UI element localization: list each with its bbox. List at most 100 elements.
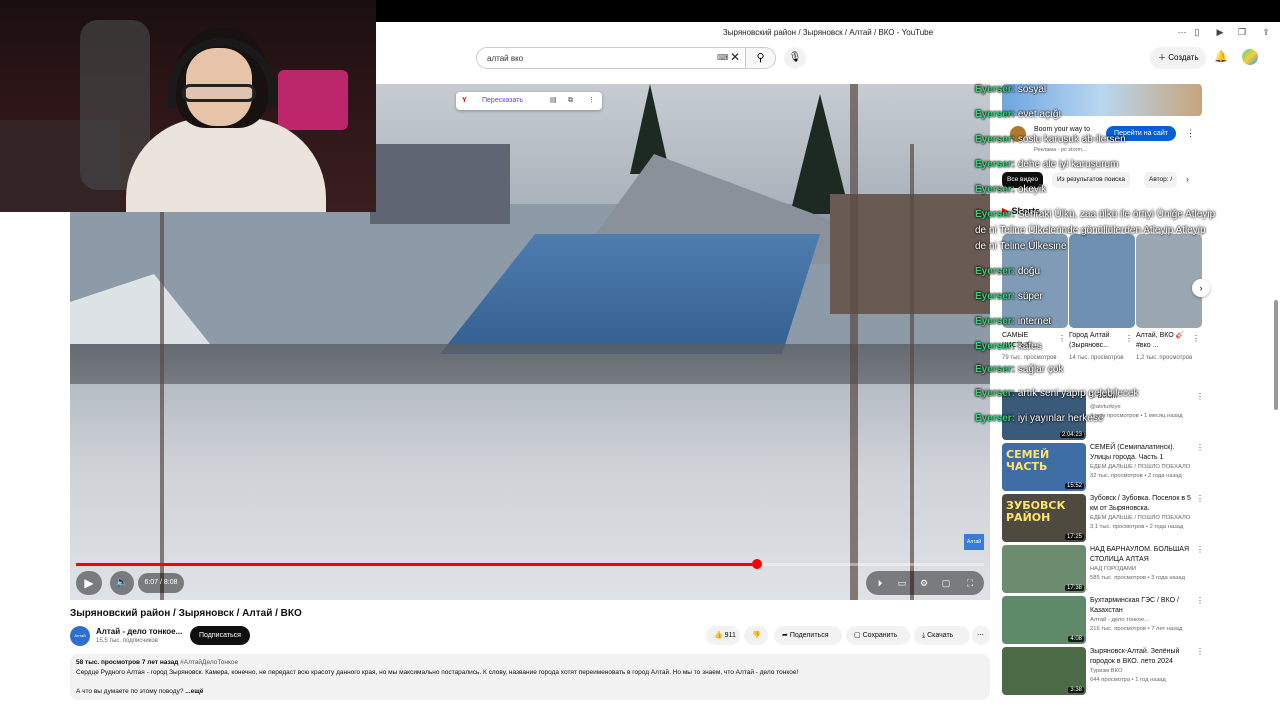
create-label: Создать xyxy=(1168,53,1199,62)
more-dots-icon: ⋯ xyxy=(977,632,984,639)
copy-icon[interactable]: ❐ xyxy=(1236,26,1248,38)
chat-message: Eyerser: okeyik xyxy=(975,184,1046,195)
chat-text: sağlar çok xyxy=(1017,364,1064,375)
channel-watermark[interactable]: Алтай xyxy=(964,534,984,550)
desc-stats: 58 тыс. просмотров 7 лет назад xyxy=(76,659,179,666)
recommendation-meta: 3,1 тыс. просмотров • 2 года назад xyxy=(1090,524,1184,530)
thumbs-down-icon: 👎 xyxy=(752,632,761,639)
download-button[interactable]: ⤓ Скачать xyxy=(914,626,970,645)
translate-icon[interactable]: ⧉ xyxy=(568,92,573,110)
more-vert-icon[interactable]: ⋮ xyxy=(1196,596,1204,605)
chat-message: Eyerser: süper xyxy=(975,291,1043,302)
save-button[interactable]: ▢ Сохранить xyxy=(846,626,910,645)
chat-message: Eyerser: kafes xyxy=(975,341,1042,352)
duration-badge: 4:08 xyxy=(1068,636,1084,642)
recommendation-title[interactable]: СЕМЕЙ (Семипалатинск). Улицы города. Час… xyxy=(1090,443,1194,462)
subscribe-button[interactable]: Подписаться xyxy=(190,626,250,645)
retell-label[interactable]: Пересказать xyxy=(482,97,523,104)
recommendation-item[interactable]: СЕМЕЙ ЧАСТЬ 15:52 СЕМЕЙ (Семипалатинск). У… xyxy=(1002,443,1204,491)
recommendation-item[interactable]: ЗУБОВСК РАЙОН 17:25 Зубовск / Зубовка. Пос… xyxy=(1002,494,1204,542)
more-actions-button[interactable]: ⋯ xyxy=(972,626,990,645)
captions-icon[interactable]: ▭ xyxy=(892,571,912,595)
more-vert-icon[interactable]: ⋮ xyxy=(1196,443,1204,452)
recommendation-item[interactable]: 3:38 Зыряновск-Алтай. Зелёный городок в В… xyxy=(1002,647,1204,695)
channel-avatar[interactable]: Алтай xyxy=(70,626,90,646)
theater-mode-icon[interactable]: ▢ xyxy=(936,571,956,595)
recommendation-thumbnail[interactable]: 17:38 xyxy=(1002,545,1086,593)
recommendation-title[interactable]: Зыряновск-Алтай. Зелёный городок в ВКО. … xyxy=(1090,647,1194,666)
search-button[interactable]: ⚲ xyxy=(746,47,776,69)
recommendation-item[interactable]: 4:08 Бухтарминская ГЭС / ВКО / Казахстан А… xyxy=(1002,596,1204,644)
chat-message: Eyerser: doğu xyxy=(975,266,1040,277)
chat-text: evet açığı xyxy=(1017,109,1062,120)
recommendation-channel[interactable]: НАД ГОРОДАМИ xyxy=(1090,566,1194,572)
recommendation-channel[interactable]: ЕДЕМ ДАЛЬШЕ / ПОШЛО ПОЕХАЛО xyxy=(1090,515,1194,521)
thumbnail-text: СЕМЕЙ ЧАСТЬ xyxy=(1006,448,1050,473)
recommendation-thumbnail[interactable]: СЕМЕЙ ЧАСТЬ 15:52 xyxy=(1002,443,1086,491)
chat-text: okeyik xyxy=(1017,184,1047,195)
recommendation-thumbnail[interactable]: ЗУБОВСК РАЙОН 17:25 xyxy=(1002,494,1086,542)
share-button[interactable]: ➦ Поделиться xyxy=(774,626,842,645)
fullscreen-icon[interactable]: ⛶ xyxy=(960,571,980,595)
recommendation-title[interactable]: Зубовск / Зубовка. Поселок в 5 км от Зыр… xyxy=(1090,494,1194,513)
duration-badge: 15:52 xyxy=(1064,483,1084,489)
recommendation-thumbnail[interactable]: 4:08 xyxy=(1002,596,1086,644)
thumbs-up-icon: 👍 xyxy=(714,632,723,639)
settings-gear-icon[interactable]: ⚙ xyxy=(914,571,934,595)
scrollbar-thumb[interactable] xyxy=(1274,300,1278,410)
chat-message: Eyerser: sosyal xyxy=(975,84,1046,95)
autoplay-icon[interactable]: ⏵ xyxy=(870,571,890,595)
play-icon[interactable]: ▶ xyxy=(1214,26,1226,38)
create-button[interactable]: ＋ Создать xyxy=(1150,47,1206,69)
video-description[interactable]: 58 тыс. просмотров 7 лет назад #АлтайДел… xyxy=(70,654,990,700)
recommendation-channel[interactable]: ЕДЕМ ДАЛЬШЕ / ПОШЛО ПОЕХАЛО xyxy=(1090,464,1194,470)
recommendation-channel[interactable]: Алтай - дело тонкое... xyxy=(1090,617,1194,623)
dislike-button[interactable]: 👎 xyxy=(744,626,768,645)
progress-scrubber[interactable] xyxy=(752,559,762,569)
recommendation-title[interactable]: НАД БАРНАУЛОМ. БОЛЬШАЯ СТОЛИЦА АЛТАЯ xyxy=(1090,545,1194,564)
bookmark-icon[interactable]: ▯ xyxy=(1191,26,1203,38)
like-button[interactable]: 👍 911 xyxy=(706,626,740,645)
streamer-webcam xyxy=(0,0,376,212)
player-right-controls: ⏵ ▭ ⚙ ▢ ⛶ xyxy=(866,571,984,595)
recommendation-title[interactable]: Бухтарминская ГЭС / ВКО / Казахстан xyxy=(1090,596,1194,615)
notifications-bell-icon[interactable]: 🔔 xyxy=(1214,50,1228,63)
more-vert-icon[interactable]: ⋮ xyxy=(1196,647,1204,656)
recommendation-meta: 216 тыс. просмотров • 7 лет назад xyxy=(1090,626,1183,632)
desc-hashtag[interactable]: #АлтайДелоТонкое xyxy=(180,659,238,666)
progress-played xyxy=(76,563,757,566)
more-dots-icon[interactable]: ⋯ xyxy=(1176,26,1188,38)
account-avatar[interactable] xyxy=(1242,49,1258,65)
share-icon[interactable]: ⇪ xyxy=(1260,26,1272,38)
channel-name[interactable]: Алтай - дело тонкое... xyxy=(96,627,182,636)
chat-username: Eyerser: xyxy=(975,184,1016,195)
recommendation-item[interactable]: 17:38 НАД БАРНАУЛОМ. БОЛЬШАЯ СТОЛИЦА АЛТА… xyxy=(1002,545,1204,593)
duration-badge: 3:38 xyxy=(1068,687,1084,693)
voice-search-button[interactable]: 🎙 xyxy=(784,47,806,69)
chat-username: Eyerser: xyxy=(975,209,1016,220)
desc-more-link[interactable]: ...ещё xyxy=(185,688,203,695)
chat-username: Eyerser: xyxy=(975,134,1016,145)
share-label: Поделиться xyxy=(789,632,829,639)
chat-username: Eyerser: xyxy=(975,341,1016,352)
more-vert-icon[interactable]: ⋮ xyxy=(1196,494,1204,503)
play-button[interactable]: ▶ xyxy=(76,571,102,595)
more-vert-icon[interactable]: ⋮ xyxy=(1196,545,1204,554)
chat-username: Eyerser: xyxy=(975,159,1016,170)
scrollbar[interactable] xyxy=(1274,60,1278,700)
search-input[interactable]: алтай вко xyxy=(476,47,746,69)
subtitles-icon[interactable]: ▤ xyxy=(550,92,557,110)
clear-search-icon[interactable]: ✕ xyxy=(730,50,740,64)
recommendation-meta: 644 просмотра • 1 год назад xyxy=(1090,677,1166,683)
recommendation-thumbnail[interactable]: 3:38 xyxy=(1002,647,1086,695)
translate-overlay-bar[interactable]: Y Пересказать ▤ ⧉ ⋮ xyxy=(456,92,602,110)
recommendation-channel[interactable]: Туризм ВКО xyxy=(1090,668,1194,674)
volume-icon: 🔈 xyxy=(115,577,129,588)
chat-text: de ni Teline Ülkelerinde gönüllülerden A… xyxy=(975,225,1206,236)
chat-text: soslu karuşuk ab-ilersen xyxy=(1017,134,1126,145)
chat-message: Eyerser: iyi yayınlar herkese xyxy=(975,413,1103,424)
progress-bar[interactable] xyxy=(76,559,984,569)
volume-button[interactable]: 🔈 xyxy=(110,571,134,595)
keyboard-icon[interactable]: ⌨ xyxy=(717,53,729,62)
more-vert-icon[interactable]: ⋮ xyxy=(588,92,595,110)
